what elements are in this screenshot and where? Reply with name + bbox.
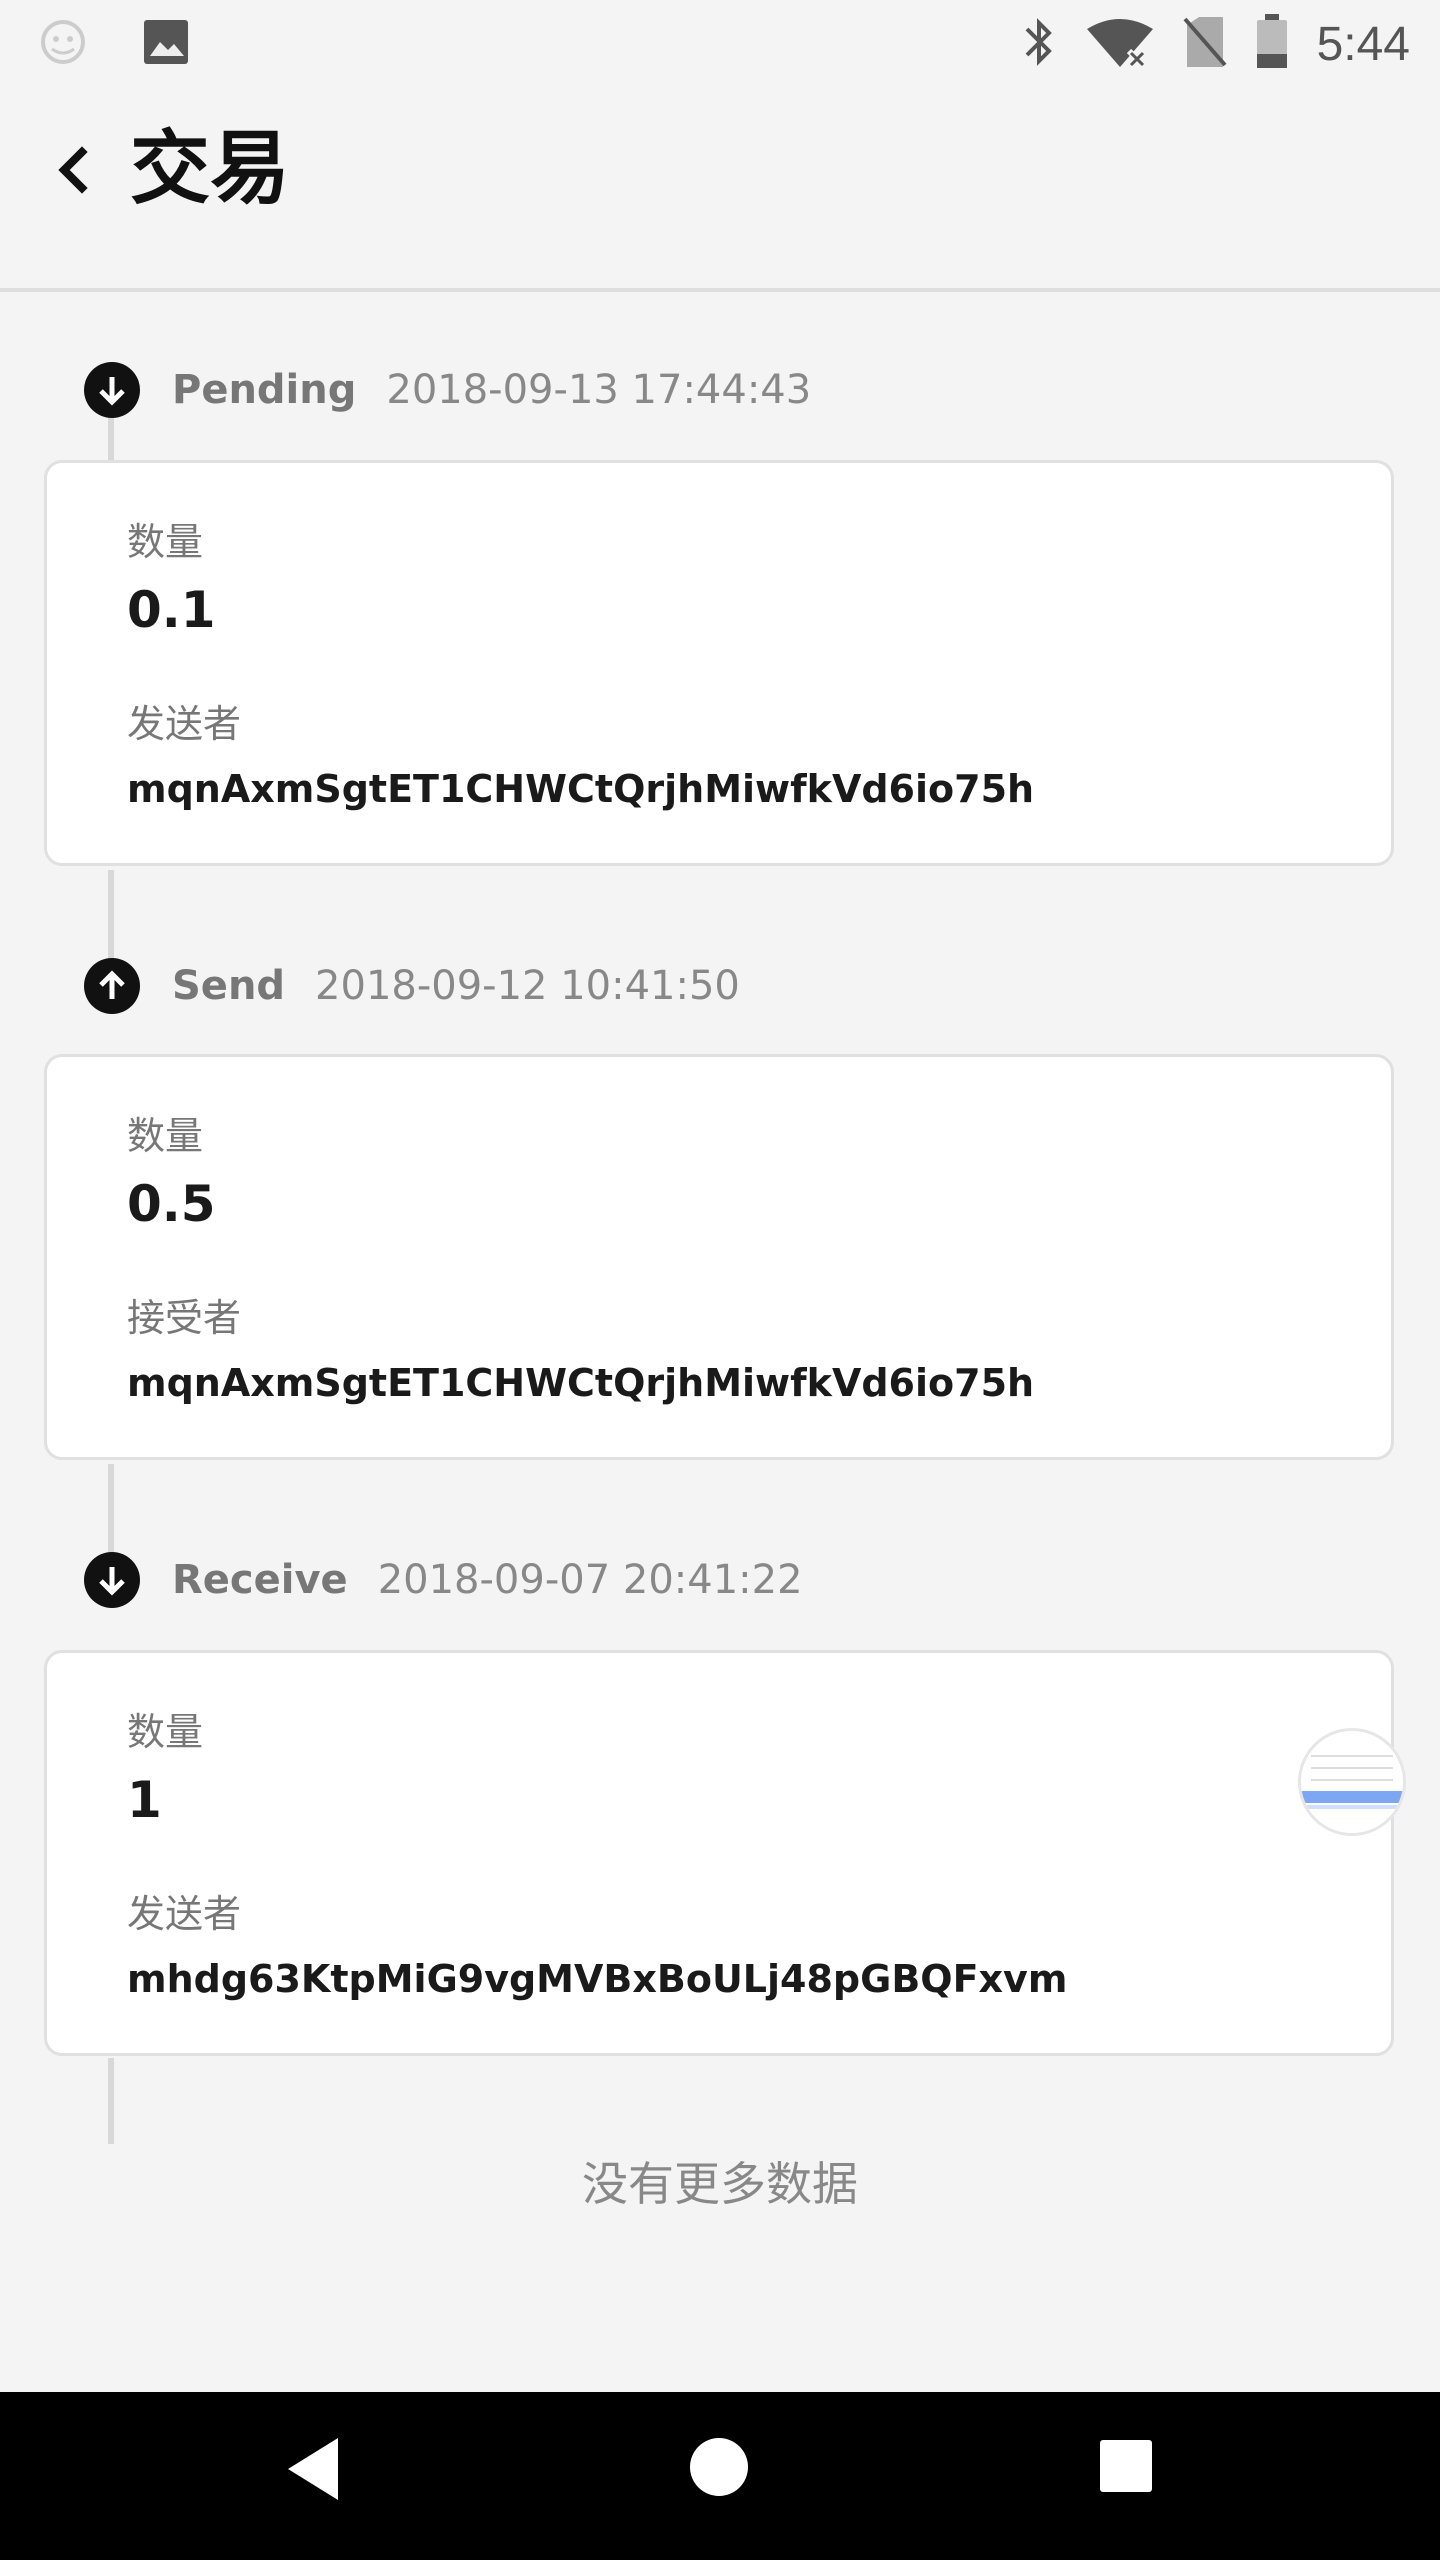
image-icon bbox=[142, 18, 190, 70]
arrow-up-circle-icon bbox=[84, 958, 140, 1014]
transaction-type: Receive bbox=[172, 1557, 348, 1603]
timeline-line bbox=[108, 1464, 114, 1560]
nav-home-icon[interactable] bbox=[690, 2438, 748, 2496]
clock: 5:44 bbox=[1316, 17, 1410, 71]
no-sim-icon bbox=[1183, 15, 1227, 73]
transaction-card[interactable]: 数量 1 发送者 mhdg63KtpMiG9vgMVBxBoULj48pGBQF… bbox=[44, 1650, 1394, 2056]
status-bar: 5:44 bbox=[0, 0, 1440, 84]
party-label: 发送者 bbox=[127, 702, 242, 746]
transaction-header: Send 2018-09-12 10:41:50 bbox=[84, 958, 740, 1014]
amount-value: 1 bbox=[127, 1771, 162, 1829]
amount-value: 0.1 bbox=[127, 581, 216, 639]
chevron-left-icon bbox=[46, 146, 106, 204]
transaction-header: Pending 2018-09-13 17:44:43 bbox=[84, 362, 811, 418]
timeline-line bbox=[108, 870, 114, 964]
app-bar: 交易 bbox=[0, 84, 1440, 292]
battery-icon bbox=[1255, 14, 1289, 74]
no-more-data-text: 没有更多数据 bbox=[582, 2157, 858, 2211]
transaction-header: Receive 2018-09-07 20:41:22 bbox=[84, 1552, 803, 1608]
address-value: mqnAxmSgtET1CHWCtQrjhMiwfkVd6io75h bbox=[127, 767, 1035, 811]
arrow-down-circle-icon bbox=[84, 362, 140, 418]
transaction-timestamp: 2018-09-13 17:44:43 bbox=[386, 367, 812, 413]
navigation-bar bbox=[0, 2392, 1440, 2560]
transaction-timestamp: 2018-09-12 10:41:50 bbox=[315, 963, 740, 1009]
page-title: 交易 bbox=[130, 122, 290, 215]
back-button[interactable] bbox=[46, 140, 106, 200]
android-debug-icon bbox=[40, 19, 86, 69]
timeline-line bbox=[108, 414, 114, 460]
party-label: 接受者 bbox=[127, 1296, 242, 1340]
address-value: mqnAxmSgtET1CHWCtQrjhMiwfkVd6io75h bbox=[127, 1361, 1035, 1405]
nav-back-button[interactable] bbox=[286, 2436, 340, 2506]
timeline-line bbox=[108, 2058, 114, 2144]
party-label: 发送者 bbox=[127, 1892, 242, 1936]
transaction-timestamp: 2018-09-07 20:41:22 bbox=[377, 1557, 803, 1603]
transaction-card[interactable]: 数量 0.1 发送者 mqnAxmSgtET1CHWCtQrjhMiwfkVd6… bbox=[44, 460, 1394, 866]
floating-screenshot-thumbnail[interactable] bbox=[1298, 1728, 1406, 1836]
arrow-down-circle-icon bbox=[84, 1552, 140, 1608]
transaction-type: Send bbox=[172, 963, 286, 1009]
transaction-type: Pending bbox=[172, 367, 357, 413]
nav-back-icon bbox=[286, 2438, 340, 2506]
wifi-off-icon bbox=[1085, 15, 1155, 73]
amount-label: 数量 bbox=[127, 1114, 204, 1158]
bluetooth-icon bbox=[1021, 15, 1057, 73]
transaction-card[interactable]: 数量 0.5 接受者 mqnAxmSgtET1CHWCtQrjhMiwfkVd6… bbox=[44, 1054, 1394, 1460]
address-value: mhdg63KtpMiG9vgMVBxBoULj48pGBQFxvm bbox=[127, 1957, 1068, 2001]
amount-label: 数量 bbox=[127, 1710, 204, 1754]
nav-recents-icon[interactable] bbox=[1100, 2440, 1152, 2492]
amount-value: 0.5 bbox=[127, 1175, 216, 1233]
amount-label: 数量 bbox=[127, 520, 204, 564]
